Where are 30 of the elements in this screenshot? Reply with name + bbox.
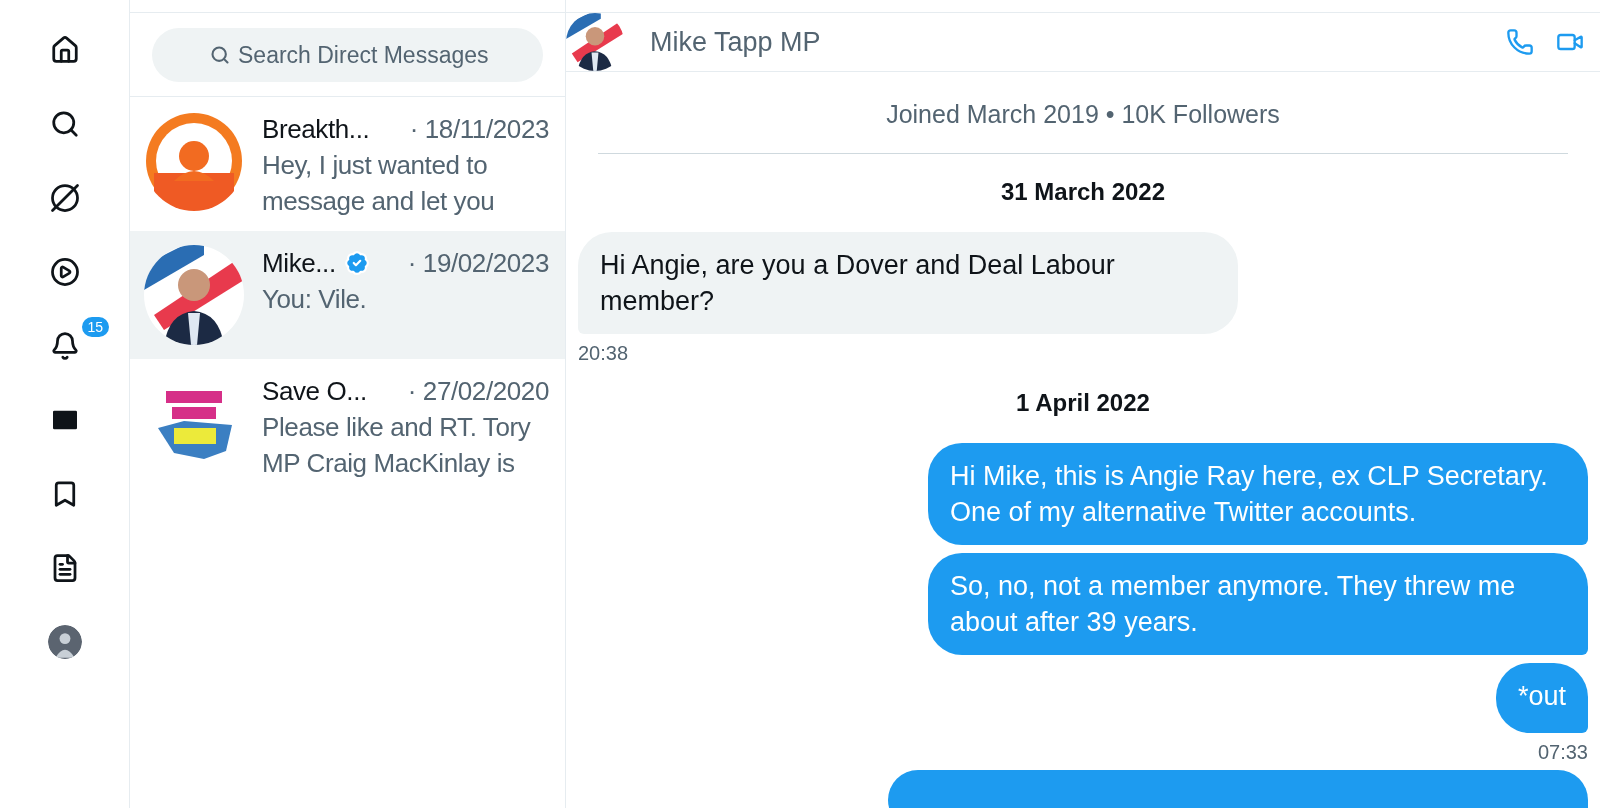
- contact-name: Mike...: [262, 247, 336, 280]
- message-bubble: Hi Angie, are you a Dover and Deal Labour member?: [578, 232, 1238, 334]
- home-icon: [49, 35, 80, 65]
- phone-button[interactable]: [1506, 28, 1534, 56]
- date-heading: 1 April 2022: [1016, 389, 1150, 417]
- message-preview: You: Vile.: [262, 283, 368, 316]
- slashed-circle-icon: [49, 183, 80, 213]
- play-icon: [49, 257, 80, 287]
- message-bubble: Hi Mike, this is Angie Ray here, ex CLP Secretary. One of my alternative Twitter accounts.: [928, 443, 1588, 545]
- phone-icon: [1506, 28, 1534, 56]
- chat-title: Mike Tapp MP: [650, 26, 821, 58]
- bell-icon: [49, 331, 80, 361]
- message-time: 07:33: [1537, 741, 1588, 764]
- search-icon: [49, 109, 80, 139]
- profile-info: Joined March 2019 • 10K Followers: [598, 72, 1568, 154]
- message-date: · 19/02/2023: [406, 247, 549, 280]
- message-date: · 18/11/2023: [408, 113, 549, 146]
- conversation-item[interactable]: Mike... · 19/02/2023 You: Vile.: [130, 231, 565, 359]
- contact-name: Save O...: [262, 375, 367, 408]
- message-preview: Please like and RT. Tory MP Craig MacKinlay is: [262, 411, 532, 480]
- date-heading: 31 March 2022: [1000, 178, 1166, 206]
- contact-name: Breakth...: [262, 113, 370, 146]
- message-date: · 27/02/2020: [406, 375, 549, 408]
- search-icon: [210, 45, 230, 65]
- search-field[interactable]: Search Direct Messages: [152, 28, 543, 82]
- notification-badge: 15: [79, 315, 112, 339]
- message-bubble: *out: [1495, 663, 1588, 733]
- message-time: 20:38: [578, 342, 629, 365]
- message-preview: Hey, I just wanted to message and let you: [262, 149, 496, 218]
- message-bubble: So, no, not a member anymore. They threw me about after 39 years.: [928, 553, 1588, 655]
